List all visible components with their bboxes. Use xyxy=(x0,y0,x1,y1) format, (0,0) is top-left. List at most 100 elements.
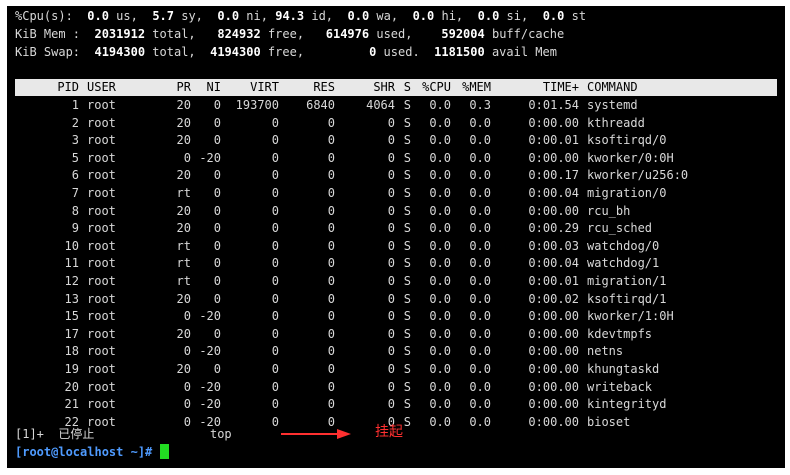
cell-pid: 5 xyxy=(71,150,79,165)
table-row: 12 root rt 0 0 0 0 S 0.0 0.0 0:00.01 migration/1 xyxy=(15,273,737,291)
cell-shr: 0 xyxy=(387,362,395,376)
cell-res: 0 xyxy=(327,150,335,165)
cell-res: 0 xyxy=(327,168,335,183)
cell-state: S xyxy=(403,98,411,112)
cell-state: S xyxy=(403,379,411,394)
cell-state: S xyxy=(403,238,411,253)
cell-virt: 0 xyxy=(271,133,279,148)
cell-time: 0:00.00 xyxy=(528,326,579,341)
cell-state: S xyxy=(403,256,411,271)
cell-time: 0:00.29 xyxy=(528,221,579,236)
cell-virt: 0 xyxy=(271,168,279,183)
cell-ni: 0 xyxy=(213,115,221,130)
cell-shr: 4064 xyxy=(366,98,395,112)
mem-summary-line: KiB Mem : 2031912 total, 824932 free, 61… xyxy=(15,26,564,44)
cell-virt: 0 xyxy=(271,221,279,236)
cell-command: rcu_bh xyxy=(587,203,631,218)
cell-pid: 10 xyxy=(64,238,79,253)
mem-used-value: 614976 xyxy=(325,26,370,41)
cell-command: kworker/1:0H xyxy=(587,309,674,324)
table-row: 21 root 0 -20 0 0 0 S 0.0 0.0 0:00.00 kintegrityd xyxy=(15,396,737,414)
cell-ni: 0 xyxy=(213,256,221,271)
cell-user: root xyxy=(87,186,116,200)
cell-shr: 0 xyxy=(387,168,395,183)
terminal-window[interactable]: %Cpu(s): 0.0 us, 5.7 sy, 0.0 ni, 94.3 id… xyxy=(7,6,785,468)
cell-cpu: 0.0 xyxy=(429,98,451,112)
cell-user: root xyxy=(87,133,116,148)
cell-pid: 17 xyxy=(64,326,79,341)
cell-cpu: 0.0 xyxy=(429,326,451,341)
cell-command: ksoftirqd/0 xyxy=(587,133,667,148)
cell-pid: 21 xyxy=(64,397,79,412)
cell-cpu: 0.0 xyxy=(429,362,451,376)
cell-mem: 0.0 xyxy=(469,362,491,376)
cell-time: 0:00.00 xyxy=(528,309,579,324)
job-status: 已停止 xyxy=(58,427,95,441)
cell-pr: 20 xyxy=(176,221,191,236)
cell-time: 0:00.01 xyxy=(528,274,579,288)
cpu-wa-label: wa, xyxy=(376,9,399,23)
cell-ni: -20 xyxy=(199,397,221,412)
cell-mem: 0.0 xyxy=(469,150,491,165)
cell-pr: 0 xyxy=(183,397,191,412)
mem-used-label: used, xyxy=(376,26,413,41)
cell-time: 0:00.04 xyxy=(528,256,579,271)
cell-res: 0 xyxy=(327,344,335,359)
cell-time: 0:00.00 xyxy=(528,203,579,218)
swap-free-label: free, xyxy=(267,44,305,59)
cell-shr: 0 xyxy=(387,309,395,324)
cell-shr: 0 xyxy=(387,150,395,165)
cell-pr: 20 xyxy=(176,203,191,218)
cell-ni: -20 xyxy=(199,309,221,324)
cell-time: 0:00.00 xyxy=(528,115,579,130)
cell-command: kthreadd xyxy=(587,115,645,130)
cell-pr: 0 xyxy=(183,344,191,359)
cell-mem: 0.0 xyxy=(469,309,491,324)
cell-mem: 0.0 xyxy=(469,379,491,394)
cell-virt: 193700 xyxy=(235,98,279,112)
cell-cpu: 0.0 xyxy=(429,397,451,412)
cell-virt: 0 xyxy=(271,397,279,412)
cell-pid: 3 xyxy=(71,133,79,148)
cell-mem: 0.0 xyxy=(469,168,491,183)
cell-command: watchdog/0 xyxy=(587,238,660,253)
cell-state: S xyxy=(403,133,411,148)
mem-buff-value: 592004 xyxy=(441,26,485,41)
cell-state: S xyxy=(403,221,411,236)
cell-command: writeback xyxy=(587,379,653,394)
cell-mem: 0.0 xyxy=(469,186,491,200)
table-row: 9 root 20 0 0 0 0 S 0.0 0.0 0:00.29 rcu_sched xyxy=(15,220,737,238)
cell-pr: 20 xyxy=(176,362,191,376)
cell-pr: 20 xyxy=(176,168,191,183)
job-status-line: [1]+ 已停止 top xyxy=(15,426,232,444)
cell-mem: 0.0 xyxy=(469,115,491,130)
swap-summary-line: KiB Swap: 4194300 total, 4194300 free, 0… xyxy=(15,44,557,62)
cell-user: root xyxy=(87,362,116,376)
cell-cpu: 0.0 xyxy=(429,274,451,288)
cell-ni: 0 xyxy=(213,274,221,288)
column-header-pr: PR xyxy=(176,80,191,94)
cpu-label: %Cpu(s): xyxy=(15,9,73,23)
cell-time: 0:00.00 xyxy=(528,150,579,165)
cell-res: 0 xyxy=(327,379,335,394)
cell-ni: 0 xyxy=(213,238,221,253)
cell-state: S xyxy=(403,168,411,183)
cell-mem: 0.0 xyxy=(469,203,491,218)
shell-prompt-line[interactable]: [root@localhost ~]# xyxy=(15,444,169,462)
cell-command: kworker/u256:0 xyxy=(587,168,689,183)
cell-pr: 0 xyxy=(183,379,191,394)
cell-user: root xyxy=(87,168,116,183)
cell-ni: -20 xyxy=(199,379,221,394)
cell-pr: 20 xyxy=(176,98,191,112)
cell-ni: 0 xyxy=(213,203,221,218)
swap-avail-label: avail Mem xyxy=(491,44,557,59)
swap-free-value: 4194300 xyxy=(210,44,261,59)
job-command: top xyxy=(209,427,232,441)
table-row: 13 root 20 0 0 0 0 S 0.0 0.0 0:00.02 ksoftirqd/1 xyxy=(15,291,737,309)
cell-command: migration/0 xyxy=(587,186,667,200)
table-row: 3 root 20 0 0 0 0 S 0.0 0.0 0:00.01 ksoftirqd/0 xyxy=(15,132,737,150)
cell-user: root xyxy=(87,203,116,218)
cell-user: root xyxy=(87,238,116,253)
cell-res: 0 xyxy=(327,274,335,288)
cell-command: kintegrityd xyxy=(587,397,667,412)
